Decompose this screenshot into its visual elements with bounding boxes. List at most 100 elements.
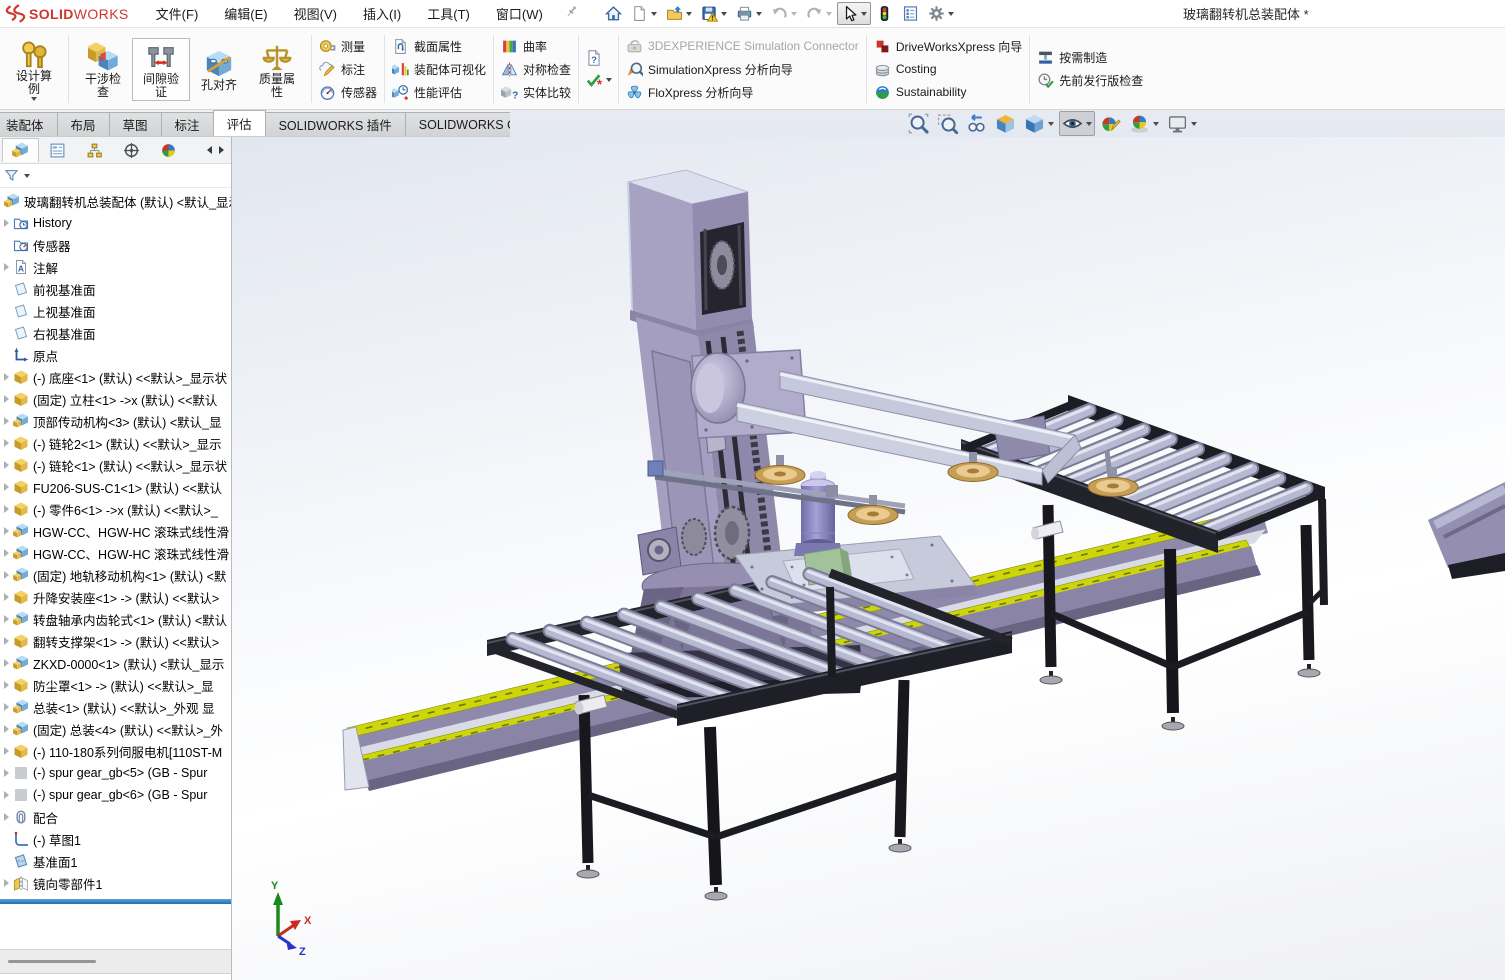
dropdown-caret[interactable] bbox=[1191, 121, 1197, 126]
tab-评估[interactable]: 评估 bbox=[212, 110, 266, 136]
ribbon-按需制造-button[interactable]: 按需制造 bbox=[1037, 47, 1143, 68]
ribbon-3DEXPERIENCE Simulation Connector-button[interactable]: 3DEXPERIENCE Simulation Connector bbox=[626, 36, 859, 57]
tree-item-14[interactable]: HGW-CC、HGW-HC 滚珠式线性滑 bbox=[0, 520, 231, 542]
panel-tabs-scroll-left[interactable] bbox=[207, 146, 212, 154]
ribbon-SimulationXpress 分析向导-button[interactable]: SimulationXpress 分析向导 bbox=[626, 59, 859, 80]
new-document-button[interactable] bbox=[627, 2, 661, 25]
tree-item-11[interactable]: (-) 链轮<1> (默认) <<默认>_显示状 bbox=[0, 454, 231, 476]
graphics-area[interactable]: Y X Z bbox=[232, 137, 1505, 980]
dropdown-caret[interactable] bbox=[755, 11, 762, 16]
ribbon-对称检查-button[interactable]: 对称检查 bbox=[501, 59, 571, 80]
previous-view-button[interactable] bbox=[963, 111, 990, 136]
tree-item-12[interactable]: FU206-SUS-C1<1> (默认) <<默认 bbox=[0, 476, 231, 498]
ribbon-设计算例-button[interactable]: 设计算例 bbox=[5, 35, 63, 103]
expand-arrow-icon[interactable] bbox=[0, 659, 13, 667]
tree-item-7[interactable]: (-) 底座<1> (默认) <<默认>_显示状 bbox=[0, 366, 231, 388]
tree-item-2[interactable]: A 注解 bbox=[0, 256, 231, 278]
redo-button[interactable] bbox=[802, 2, 836, 25]
menu-view[interactable]: 视图(V) bbox=[281, 0, 350, 27]
tree-item-30[interactable]: 镜向零部件1 bbox=[0, 872, 231, 894]
expand-arrow-icon[interactable] bbox=[0, 637, 13, 645]
panel-tabs-scroll-right[interactable] bbox=[219, 146, 224, 154]
ribbon-DriveWorksXpress 向导-button[interactable]: DriveWorksXpress 向导 bbox=[874, 36, 1022, 57]
dropdown-caret[interactable] bbox=[790, 11, 797, 16]
displaymanager-tab[interactable] bbox=[150, 138, 187, 162]
tree-item-0[interactable]: History bbox=[0, 212, 231, 234]
ribbon-质量属性-button[interactable]: 质量属性 bbox=[248, 38, 306, 101]
menu-tools[interactable]: 工具(T) bbox=[414, 0, 483, 27]
ribbon-干涉检查-button[interactable]: 干涉检查 bbox=[74, 38, 132, 101]
tree-item-16[interactable]: (固定) 地轨移动机构<1> (默认) <默 bbox=[0, 564, 231, 586]
save-button[interactable] bbox=[697, 2, 731, 25]
tab-SOLIDWORKS CAM[interactable]: SOLIDWORKS CAM bbox=[404, 112, 510, 136]
ribbon-间隙验证-button[interactable]: 间隙验证 bbox=[132, 37, 190, 101]
expand-arrow-icon[interactable] bbox=[0, 571, 13, 579]
tree-item-13[interactable]: (-) 零件6<1> ->x (默认) <<默认>_ bbox=[0, 498, 231, 520]
ribbon-FloXpress 分析向导-button[interactable]: FloXpress 分析向导 bbox=[626, 82, 859, 103]
dropdown-caret[interactable] bbox=[720, 11, 727, 16]
expand-arrow-icon[interactable] bbox=[0, 681, 13, 689]
tree-item-6[interactable]: 原点 bbox=[0, 344, 231, 366]
tree-item-23[interactable]: (固定) 总装<4> (默认) <<默认>_外 bbox=[0, 718, 231, 740]
tree-item-9[interactable]: 顶部传动机构<3> (默认) <默认_显 bbox=[0, 410, 231, 432]
expand-arrow-icon[interactable] bbox=[0, 417, 13, 425]
ribbon-装配体可视化-button[interactable]: 装配体可视化 bbox=[392, 59, 486, 80]
rollback-bar[interactable] bbox=[0, 899, 231, 904]
tree-item-1[interactable]: 传感器 bbox=[0, 234, 231, 256]
tree-item-15[interactable]: HGW-CC、HGW-HC 滚珠式线性滑 bbox=[0, 542, 231, 564]
options-button[interactable] bbox=[924, 2, 958, 25]
tree-item-21[interactable]: 防尘罩<1> -> (默认) <<默认>_显 bbox=[0, 674, 231, 696]
dropdown-caret[interactable] bbox=[860, 11, 867, 16]
tab-布局[interactable]: 布局 bbox=[56, 112, 110, 136]
expand-arrow-icon[interactable] bbox=[0, 263, 13, 271]
expand-arrow-icon[interactable] bbox=[0, 219, 13, 227]
view-settings-button[interactable] bbox=[1164, 111, 1200, 136]
tree-item-29[interactable]: 基准面1 bbox=[0, 850, 231, 872]
menu-window[interactable]: 窗口(W) bbox=[483, 0, 556, 27]
tree-filter-bar[interactable] bbox=[0, 164, 231, 188]
tree-item-8[interactable]: (固定) 立柱<1> ->x (默认) <<默认 bbox=[0, 388, 231, 410]
viewport-3d-scene[interactable]: Y X Z bbox=[232, 137, 1505, 980]
print-button[interactable] bbox=[732, 2, 766, 25]
expand-arrow-icon[interactable] bbox=[0, 549, 13, 557]
tree-item-17[interactable]: 升降安装座<1> -> (默认) <<默认> bbox=[0, 586, 231, 608]
undo-button[interactable] bbox=[767, 2, 801, 25]
apply-scene-button[interactable] bbox=[1126, 111, 1162, 136]
menu-insert[interactable]: 插入(I) bbox=[350, 0, 414, 27]
ribbon-先前发行版检查-button[interactable]: 先前发行版检查 bbox=[1037, 70, 1143, 91]
tree-item-26[interactable]: (-) spur gear_gb<6> (GB - Spur bbox=[0, 784, 231, 806]
dropdown-caret[interactable] bbox=[1086, 121, 1092, 126]
ribbon-传感器-button[interactable]: 传感器 bbox=[319, 82, 377, 103]
dropdown-caret[interactable] bbox=[606, 78, 613, 82]
tree-item-24[interactable]: (-) 110-180系列伺服电机[110ST-M bbox=[0, 740, 231, 762]
ribbon-实体比较-button[interactable]: ? 实体比较 bbox=[501, 82, 571, 103]
expand-arrow-icon[interactable] bbox=[0, 483, 13, 491]
tab-标注[interactable]: 标注 bbox=[160, 112, 214, 136]
expand-arrow-icon[interactable] bbox=[0, 725, 13, 733]
rebuild-button[interactable] bbox=[872, 2, 897, 25]
expand-arrow-icon[interactable] bbox=[0, 813, 13, 821]
panel-splitter[interactable] bbox=[0, 949, 231, 974]
filter-dropdown-caret[interactable] bbox=[24, 173, 30, 178]
ribbon-check-active-document-button[interactable]: ? bbox=[585, 49, 612, 67]
ribbon-design-checker-button[interactable]: * bbox=[585, 71, 613, 89]
display-style-button[interactable] bbox=[1021, 111, 1057, 136]
tree-item-25[interactable]: (-) spur gear_gb<5> (GB - Spur bbox=[0, 762, 231, 784]
expand-arrow-icon[interactable] bbox=[0, 439, 13, 447]
section-view-button[interactable] bbox=[992, 111, 1019, 136]
menu-file[interactable]: 文件(F) bbox=[143, 0, 212, 27]
tree-item-5[interactable]: 右视基准面 bbox=[0, 322, 231, 344]
tree-item-27[interactable]: 配合 bbox=[0, 806, 231, 828]
dropdown-caret[interactable] bbox=[1048, 121, 1054, 126]
tree-item-22[interactable]: 总装<1> (默认) <<默认>_外观 显 bbox=[0, 696, 231, 718]
ribbon-Costing-button[interactable]: Costing bbox=[874, 59, 1022, 80]
dropdown-caret[interactable] bbox=[685, 11, 692, 16]
configurationmanager-tab[interactable] bbox=[76, 138, 113, 162]
expand-arrow-icon[interactable] bbox=[0, 615, 13, 623]
open-document-button[interactable] bbox=[662, 2, 696, 25]
tab-SOLIDWORKS 插件[interactable]: SOLIDWORKS 插件 bbox=[264, 112, 406, 136]
ribbon-Sustainability-button[interactable]: Sustainability bbox=[874, 82, 1022, 103]
edit-appearance-button[interactable] bbox=[1097, 111, 1124, 136]
tree-item-4[interactable]: 上视基准面 bbox=[0, 300, 231, 322]
dropdown-caret[interactable] bbox=[650, 11, 657, 16]
